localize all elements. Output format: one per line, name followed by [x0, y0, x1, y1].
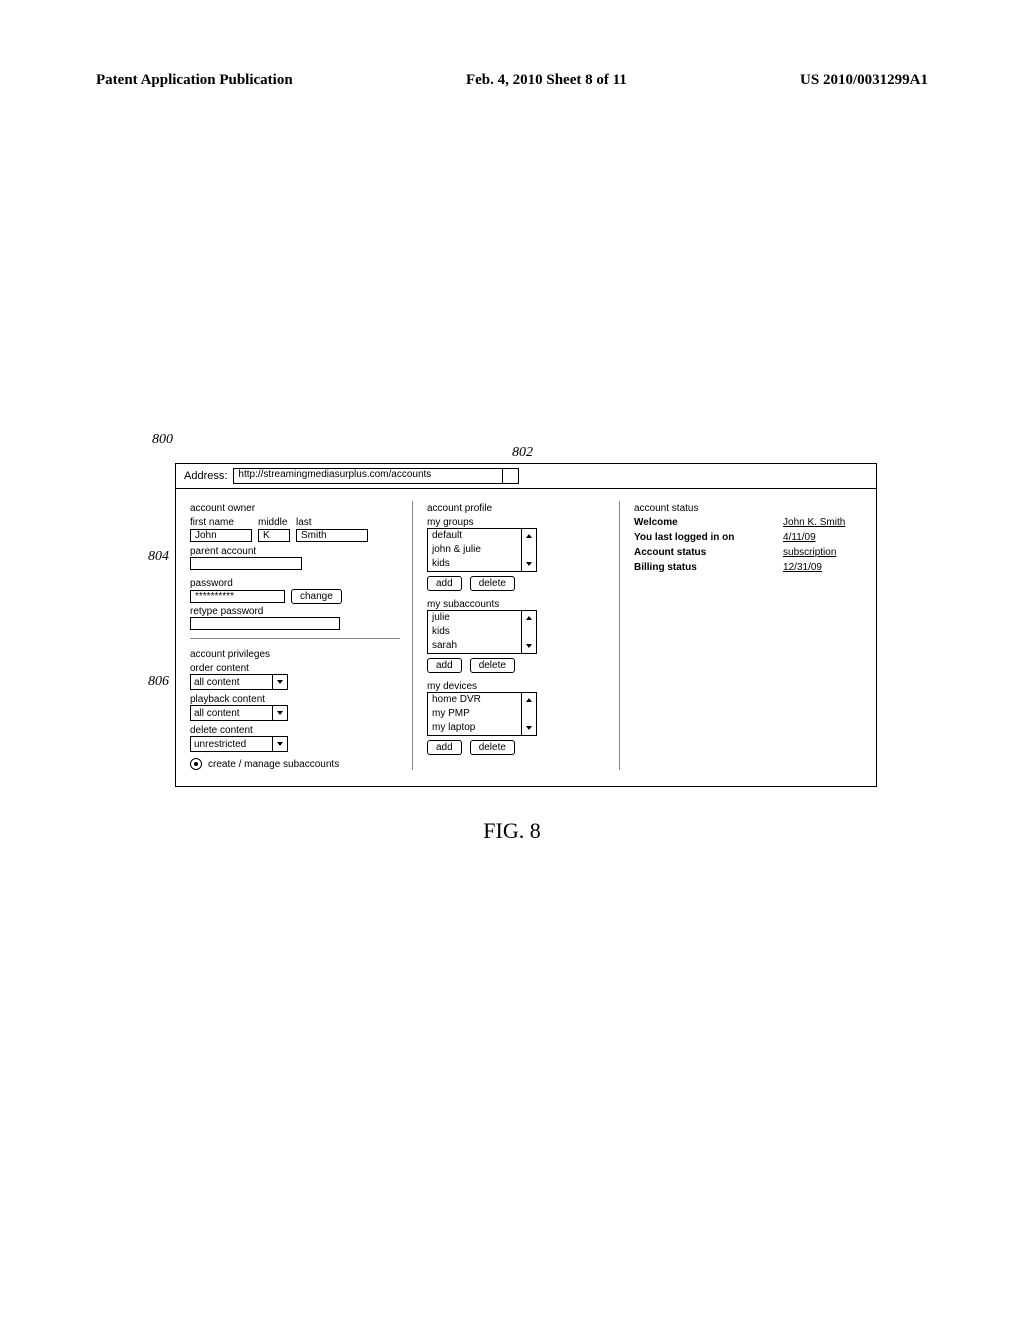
password-label: password — [190, 578, 400, 589]
order-content-value: all content — [191, 675, 272, 689]
header-center: Feb. 4, 2010 Sheet 8 of 11 — [466, 72, 627, 89]
order-content-label: order content — [190, 663, 400, 674]
scrollbar[interactable] — [521, 610, 537, 654]
parent-account-label: parent account — [190, 546, 400, 557]
status-lastlogin-value: 4/11/09 — [783, 532, 864, 543]
address-input[interactable]: http://streamingmediasurplus.com/account… — [233, 468, 503, 484]
change-password-button[interactable]: change — [291, 589, 342, 604]
figure-caption: FIG. 8 — [0, 818, 1024, 844]
manage-subaccounts-label: create / manage subaccounts — [208, 759, 339, 770]
chevron-down-icon[interactable] — [522, 557, 536, 571]
chevron-down-icon — [272, 675, 287, 689]
account-status-heading: account status — [634, 503, 864, 514]
account-profile-heading: account profile — [427, 503, 607, 514]
groups-add-button[interactable]: add — [427, 576, 462, 591]
header-left: Patent Application Publication — [96, 72, 293, 89]
middle-name-input[interactable]: K — [258, 529, 290, 542]
list-item[interactable]: kids — [428, 625, 521, 639]
last-name-input[interactable]: Smith — [296, 529, 368, 542]
password-input[interactable]: ********** — [190, 590, 285, 603]
address-bar: Address: http://streamingmediasurplus.co… — [176, 464, 876, 488]
list-item[interactable]: john & julie — [428, 543, 521, 557]
playback-content-label: playback content — [190, 694, 400, 705]
devices-delete-button[interactable]: delete — [470, 740, 515, 755]
scrollbar[interactable] — [521, 528, 537, 572]
delete-content-value: unrestricted — [191, 737, 272, 751]
address-go-button[interactable] — [502, 468, 519, 484]
callout-806: 806 — [148, 674, 169, 690]
parent-account-input[interactable] — [190, 557, 302, 570]
list-item[interactable]: kids — [428, 557, 521, 571]
my-groups-label: my groups — [427, 517, 607, 528]
manage-subaccounts-option[interactable]: create / manage subaccounts — [190, 758, 400, 770]
browser-window: Address: http://streamingmediasurplus.co… — [175, 463, 877, 787]
account-owner-heading: account owner — [190, 503, 400, 514]
middle-name-label: middle — [258, 517, 287, 528]
scrollbar[interactable] — [521, 692, 537, 736]
callout-802: 802 — [512, 445, 533, 461]
playback-content-select[interactable]: all content — [190, 705, 288, 721]
status-welcome-value: John K. Smith — [783, 517, 864, 528]
my-devices-listbox[interactable]: home DVR my PMP my laptop — [427, 692, 537, 736]
callout-800: 800 — [152, 432, 173, 448]
chevron-down-icon[interactable] — [522, 721, 536, 735]
header-right: US 2010/0031299A1 — [800, 72, 928, 89]
order-content-select[interactable]: all content — [190, 674, 288, 690]
callout-804: 804 — [148, 549, 169, 565]
retype-password-input[interactable] — [190, 617, 340, 630]
status-account-value: subscription — [783, 547, 864, 558]
subaccounts-delete-button[interactable]: delete — [470, 658, 515, 673]
delete-content-select[interactable]: unrestricted — [190, 736, 288, 752]
first-name-label: first name — [190, 517, 234, 528]
status-welcome-key: Welcome — [634, 517, 753, 528]
address-label: Address: — [184, 470, 227, 482]
chevron-up-icon[interactable] — [522, 693, 536, 707]
list-item[interactable]: sarah — [428, 639, 521, 653]
my-subaccounts-label: my subaccounts — [427, 599, 607, 610]
list-item[interactable]: home DVR — [428, 693, 521, 707]
my-subaccounts-listbox[interactable]: julie kids sarah — [427, 610, 537, 654]
devices-add-button[interactable]: add — [427, 740, 462, 755]
status-billing-key: Billing status — [634, 562, 753, 573]
radio-selected-icon — [190, 758, 202, 770]
list-item[interactable]: julie — [428, 611, 521, 625]
subaccounts-add-button[interactable]: add — [427, 658, 462, 673]
last-name-label: last — [296, 517, 312, 528]
chevron-up-icon[interactable] — [522, 611, 536, 625]
groups-delete-button[interactable]: delete — [470, 576, 515, 591]
list-item[interactable]: my laptop — [428, 721, 521, 735]
status-lastlogin-key: You last logged in on — [634, 532, 753, 543]
chevron-up-icon[interactable] — [522, 529, 536, 543]
list-item[interactable]: default — [428, 529, 521, 543]
account-status-grid: Welcome John K. Smith You last logged in… — [634, 517, 864, 573]
my-groups-listbox[interactable]: default john & julie kids — [427, 528, 537, 572]
chevron-down-icon — [272, 737, 287, 751]
chevron-down-icon — [272, 706, 287, 720]
first-name-input[interactable]: John — [190, 529, 252, 542]
status-account-key: Account status — [634, 547, 753, 558]
delete-content-label: delete content — [190, 725, 400, 736]
page-header: Patent Application Publication Feb. 4, 2… — [96, 72, 928, 89]
list-item[interactable]: my PMP — [428, 707, 521, 721]
status-billing-value: 12/31/09 — [783, 562, 864, 573]
account-privileges-heading: account privileges — [190, 649, 400, 660]
my-devices-label: my devices — [427, 681, 607, 692]
chevron-down-icon[interactable] — [522, 639, 536, 653]
playback-content-value: all content — [191, 706, 272, 720]
retype-password-label: retype password — [190, 606, 400, 617]
